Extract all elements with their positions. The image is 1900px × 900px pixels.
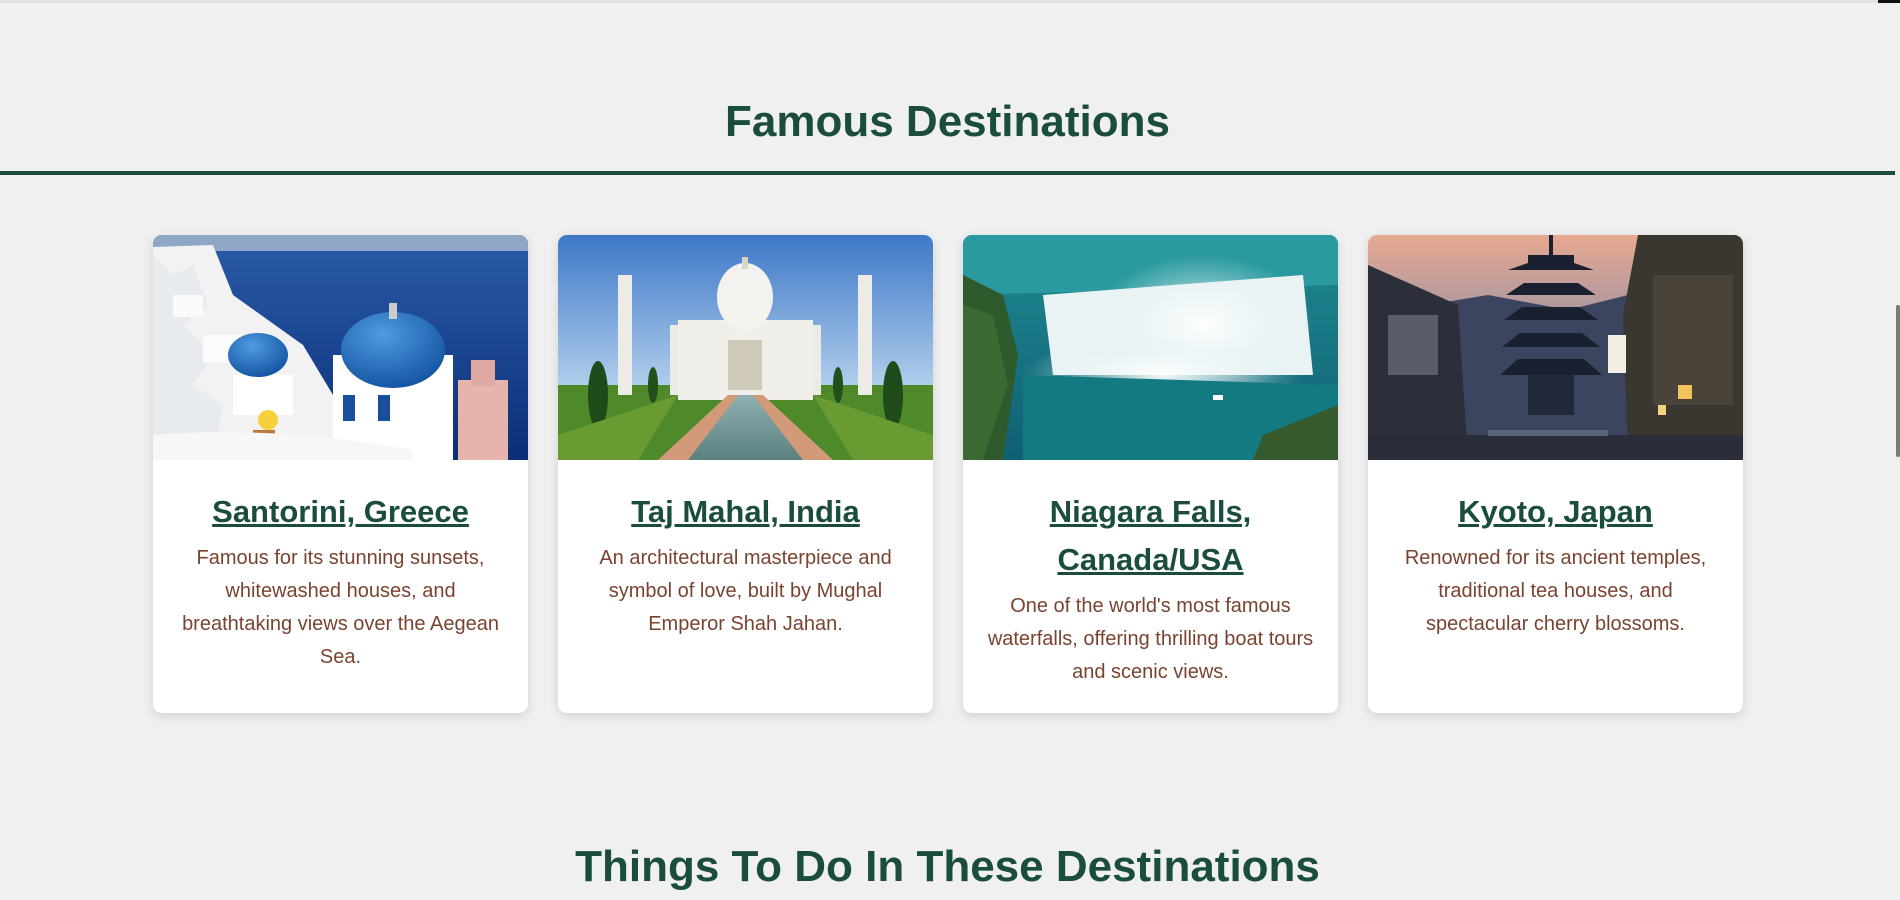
destination-description: One of the world's most famous waterfall… xyxy=(987,595,1314,683)
destination-card-niagara-falls: Niagara Falls, Canada/USA One of the wor… xyxy=(963,235,1338,713)
destination-title-link[interactable]: Niagara Falls, Canada/USA xyxy=(987,488,1314,584)
destination-description: Famous for its stunning sunsets, whitewa… xyxy=(182,547,499,668)
destination-title-link[interactable]: Kyoto, Japan xyxy=(1392,488,1719,536)
destination-description: An architectural masterpiece and symbol … xyxy=(599,547,892,635)
santorini-image xyxy=(153,235,528,460)
top-edge-line xyxy=(0,0,1895,3)
scrollbar-thumb[interactable] xyxy=(1896,305,1900,457)
destination-card-taj-mahal: Taj Mahal, India An architectural master… xyxy=(558,235,933,713)
corner-mark xyxy=(1878,0,1900,3)
things-to-do-heading: Things To Do In These Destinations xyxy=(575,842,1320,891)
section-divider xyxy=(0,171,1895,175)
destination-cards: Santorini, Greece Famous for its stunnin… xyxy=(153,235,1743,713)
destination-card-santorini: Santorini, Greece Famous for its stunnin… xyxy=(153,235,528,713)
famous-destinations-heading: Famous Destinations xyxy=(725,97,1170,146)
taj-mahal-image xyxy=(558,235,933,460)
destination-description: Renowned for its ancient temples, tradit… xyxy=(1404,547,1707,635)
destination-card-kyoto: Kyoto, Japan Renowned for its ancient te… xyxy=(1368,235,1743,713)
destination-title-link[interactable]: Santorini, Greece xyxy=(177,488,504,536)
kyoto-image xyxy=(1368,235,1743,460)
niagara-falls-image xyxy=(963,235,1338,460)
destination-title-link[interactable]: Taj Mahal, India xyxy=(582,488,909,536)
